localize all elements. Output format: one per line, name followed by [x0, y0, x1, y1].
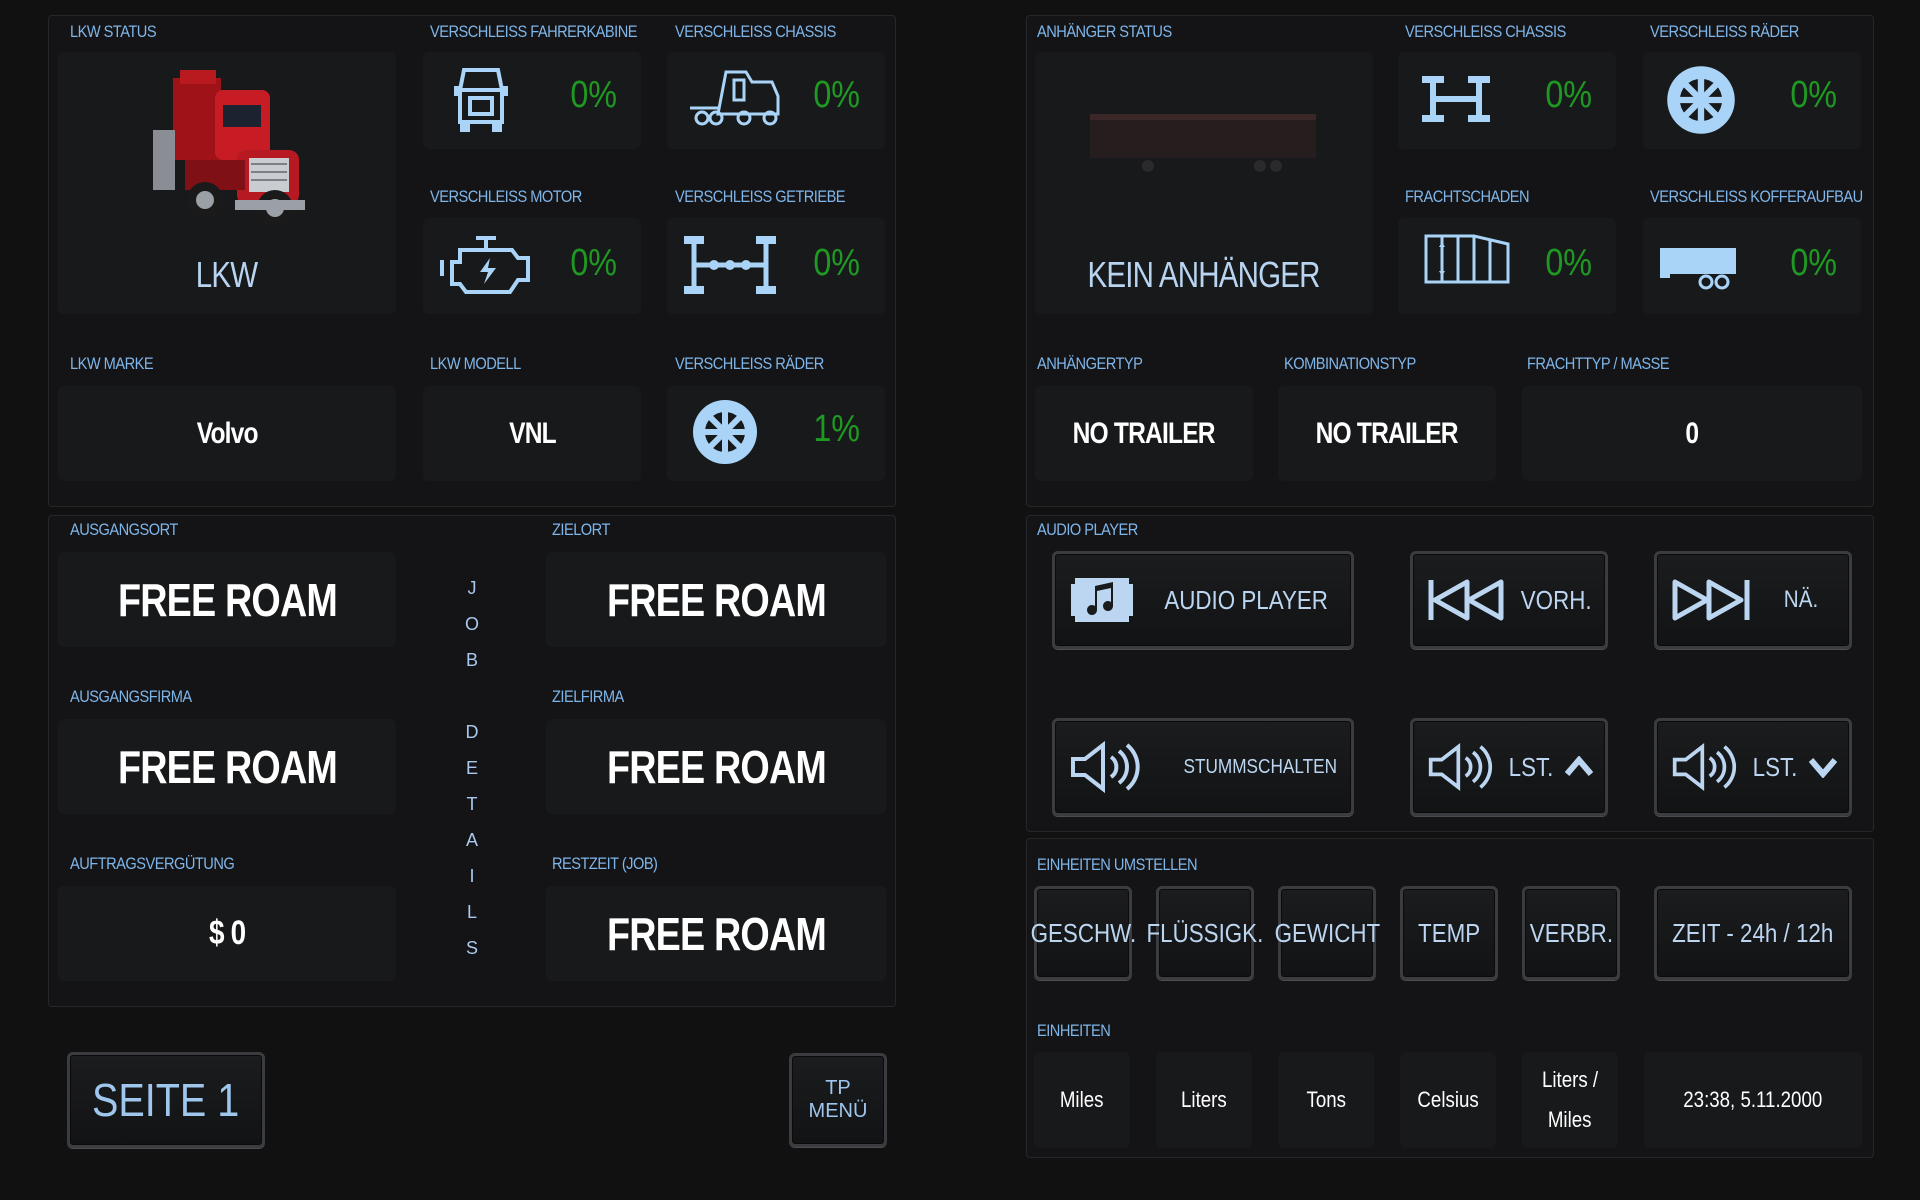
origin-company-value: FREE ROAM	[117, 740, 338, 793]
trailer-chassis-label: VERSCHLEISS CHASSIS	[1405, 22, 1566, 41]
volume-down-label: LST.	[1752, 751, 1798, 782]
trailer-wheel-icon	[1667, 66, 1735, 134]
destination-company-value: FREE ROAM	[606, 740, 827, 793]
cargo-damage-value: 0%	[1545, 242, 1592, 284]
trailer-status-value: KEIN ANHÄNGER	[1087, 254, 1321, 295]
temperature-unit-button[interactable]: TEMP	[1400, 886, 1498, 980]
audio-player-button-label: AUDIO PLAYER	[1164, 584, 1328, 615]
remaining-time-label: RESTZEIT (JOB)	[552, 854, 658, 873]
trailer-type-label: ANHÄNGERTYP	[1037, 354, 1143, 373]
gearbox-wear-value: 0%	[813, 242, 860, 284]
speed-unit-value: Miles	[1060, 1087, 1104, 1112]
truck-model-value: VNL	[508, 416, 557, 450]
truck-brand-value: Volvo	[196, 416, 258, 450]
volume-up-button[interactable]: LST.	[1410, 718, 1608, 816]
engine-wear-label: VERSCHLEISS MOTOR	[430, 187, 582, 206]
trailer-body-value: 0%	[1790, 242, 1837, 284]
speaker-icon	[1071, 740, 1140, 794]
volume-up-label: LST.	[1508, 751, 1554, 782]
remaining-time-value: FREE ROAM	[606, 907, 827, 960]
next-track-label: NÄ.	[1783, 586, 1819, 613]
temperature-unit-value: Celsius	[1417, 1087, 1479, 1112]
music-icon	[1071, 578, 1133, 622]
previous-track-label: VORH.	[1520, 584, 1592, 615]
volume-down-button[interactable]: LST.	[1654, 718, 1852, 816]
cabin-wear-label: VERSCHLEISS FAHRERKABINE	[430, 22, 638, 41]
cargo-type-label: FRACHTTYP / MASSE	[1527, 354, 1670, 373]
trailer-status-label: ANHÄNGER STATUS	[1037, 22, 1172, 41]
gearbox-wear-label: VERSCHLEISS GETRIEBE	[675, 187, 846, 206]
speaker-icon	[1428, 742, 1493, 792]
mute-button[interactable]: STUMMSCHALTEN	[1052, 718, 1354, 816]
speed-unit-button[interactable]: GESCHW.	[1030, 886, 1136, 980]
weight-unit-value: Tons	[1306, 1087, 1346, 1112]
chassis-wear-label: VERSCHLEISS CHASSIS	[675, 22, 836, 41]
time-format-button[interactable]: ZEIT - 24h / 12h	[1654, 886, 1852, 980]
chevron-up-icon	[1565, 756, 1594, 776]
engine-wear-value: 0%	[570, 242, 617, 284]
trailer-icon	[1660, 248, 1736, 290]
speaker-icon	[1672, 742, 1737, 792]
trailer-wheels-value: 0%	[1790, 74, 1837, 116]
next-track-button[interactable]: NÄ.	[1654, 551, 1852, 649]
units-switch-label: EINHEITEN UMSTELLEN	[1037, 855, 1198, 874]
destination-company-label: ZIELFIRMA	[552, 687, 624, 706]
truck-model-label: LKW MODELL	[430, 354, 521, 373]
next-icon	[1672, 579, 1750, 621]
origin-value: FREE ROAM	[117, 573, 338, 626]
truck-name: LKW	[196, 254, 258, 295]
destination-label: ZIELORT	[552, 520, 610, 539]
cargo-type-value: 0	[1685, 416, 1700, 450]
origin-label: AUSGANGSORT	[70, 520, 178, 539]
weight-unit-button[interactable]: GEWICHT	[1274, 886, 1380, 980]
time-value: 23:38, 5.11.2000	[1683, 1087, 1823, 1112]
combination-type-value: NO TRAILER	[1315, 416, 1459, 450]
wheel-icon	[693, 400, 757, 464]
income-label: AUFTRAGSVERGÜTUNG	[70, 854, 235, 873]
previous-icon	[1428, 579, 1504, 621]
truck-image	[153, 70, 305, 226]
origin-company-label: AUSGANGSFIRMA	[70, 687, 192, 706]
audio-player-button[interactable]: AUDIO PLAYER	[1052, 551, 1354, 649]
chevron-down-icon	[1809, 758, 1838, 778]
page-1-button[interactable]: SEITE 1	[67, 1052, 265, 1148]
trailer-body-label: VERSCHLEISS KOFFERAUFBAU	[1650, 187, 1863, 206]
trailer-type-value: NO TRAILER	[1072, 416, 1216, 450]
mute-label: STUMMSCHALTEN	[1183, 755, 1338, 778]
truck-brand-label: LKW MARKE	[70, 354, 154, 373]
chassis-wear-value: 0%	[813, 74, 860, 116]
tp-menu-button[interactable]: TP MENÜ	[789, 1053, 887, 1147]
trailer-chassis-value: 0%	[1545, 74, 1592, 116]
cargo-damage-label: FRACHTSCHADEN	[1405, 187, 1530, 206]
audio-player-section-label: AUDIO PLAYER	[1037, 520, 1138, 539]
trailer-image	[1090, 114, 1316, 172]
job-details-vertical-label: J O B D E T A I L S	[464, 578, 479, 958]
consumption-unit-button[interactable]: VERBR.	[1522, 886, 1620, 980]
truck-status-label: LKW STATUS	[70, 22, 157, 41]
fluid-unit-button[interactable]: FLÜSSIGK.	[1147, 886, 1263, 980]
fluid-unit-value: Liters	[1181, 1087, 1227, 1112]
cabin-wear-value: 0%	[570, 74, 617, 116]
consumption-unit-value: Liters / Miles	[1541, 1067, 1599, 1132]
trailer-wheels-label: VERSCHLEISS RÄDER	[1650, 22, 1799, 41]
truck-wheels-label: VERSCHLEISS RÄDER	[675, 354, 824, 373]
truck-front-icon	[454, 68, 508, 132]
destination-value: FREE ROAM	[606, 573, 827, 626]
truck-wheels-value: 1%	[813, 408, 860, 450]
previous-track-button[interactable]: VORH.	[1410, 551, 1608, 649]
units-current-label: EINHEITEN	[1037, 1021, 1111, 1040]
income-value: $ 0	[208, 914, 246, 952]
chassis-icon	[1422, 76, 1490, 122]
combination-type-label: KOMBINATIONSTYP	[1284, 354, 1416, 373]
